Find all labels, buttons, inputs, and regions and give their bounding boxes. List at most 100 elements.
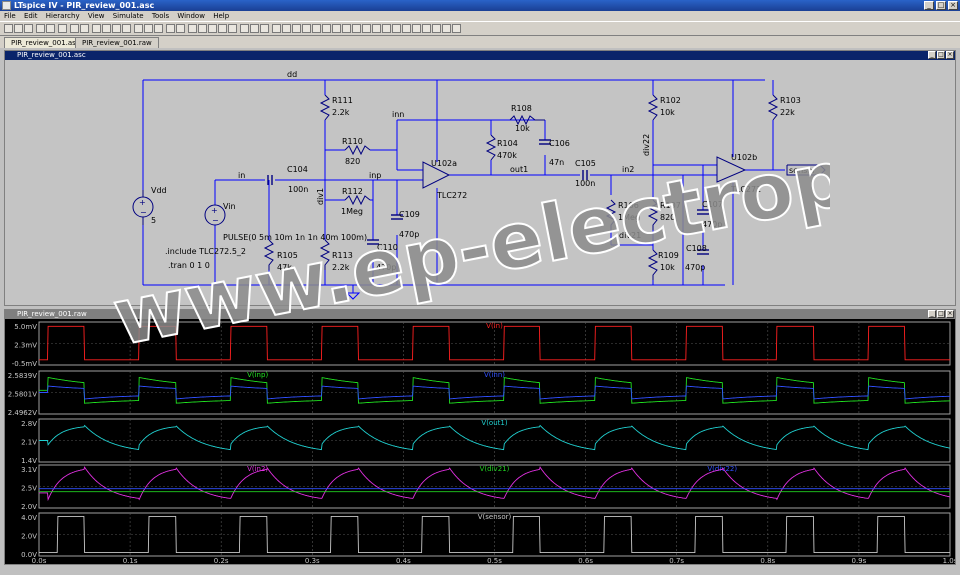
menu-bar: File Edit Hierarchy View Simulate Tools … xyxy=(0,11,960,21)
zoom-in-icon[interactable] xyxy=(70,24,79,33)
r111-name: R111 xyxy=(332,96,353,105)
capacitor-icon[interactable] xyxy=(292,24,301,33)
cut-icon[interactable] xyxy=(46,24,55,33)
zoom-back-icon[interactable] xyxy=(102,24,111,33)
waveform-plot[interactable]: 5.0mV 2.3mV -0.5mV V(in) 2.5839V 2.5801V 2.496… xyxy=(5,319,955,565)
find-icon[interactable] xyxy=(362,24,371,33)
tile-icon[interactable] xyxy=(144,24,153,33)
c110-value: 470p xyxy=(376,263,396,272)
title-bar: LTspice IV - PIR_review_001.asc _ □ × xyxy=(0,0,960,11)
halt2-icon[interactable] xyxy=(382,24,391,33)
rotate-icon[interactable] xyxy=(332,24,341,33)
menu-file[interactable]: File xyxy=(4,12,16,20)
minimize-icon[interactable]: _ xyxy=(924,1,934,10)
menu-hierarchy[interactable]: Hierarchy xyxy=(46,12,80,20)
wire-icon[interactable] xyxy=(250,24,259,33)
autoscale-icon[interactable] xyxy=(112,24,121,33)
select-icon[interactable] xyxy=(412,24,421,33)
pane-close-icon[interactable]: × xyxy=(946,51,954,59)
label-icon[interactable] xyxy=(272,24,281,33)
r103-value: 22k xyxy=(780,108,795,117)
c107-value: 470p xyxy=(702,220,722,229)
net-out1: out1 xyxy=(510,165,528,174)
pane-minimize-icon[interactable]: _ xyxy=(928,51,936,59)
cascade-icon[interactable] xyxy=(154,24,163,33)
duplicate-icon[interactable] xyxy=(176,24,185,33)
probe-icon[interactable] xyxy=(372,24,381,33)
inductor-icon[interactable] xyxy=(302,24,311,33)
grid-icon[interactable] xyxy=(392,24,401,33)
r113-name: R113 xyxy=(332,251,353,260)
menu-edit[interactable]: Edit xyxy=(24,12,38,20)
mirror-icon[interactable] xyxy=(342,24,351,33)
y-tick-label: 2.8V xyxy=(21,420,37,428)
netlist-icon[interactable] xyxy=(442,24,451,33)
y-tick-label: 2.0V xyxy=(21,533,37,541)
close-icon[interactable]: × xyxy=(948,1,958,10)
trace-label: V(in) xyxy=(486,322,503,330)
wave-minimize-icon[interactable]: _ xyxy=(928,310,936,318)
c105-name: C105 xyxy=(575,159,596,168)
drag-icon[interactable] xyxy=(198,24,207,33)
y-tick-label: 2.5801V xyxy=(8,391,37,399)
halt-icon[interactable] xyxy=(134,24,143,33)
tab-waveform[interactable]: PIR_review_001.raw xyxy=(75,37,159,48)
spice-directive-icon[interactable] xyxy=(240,24,249,33)
c106-name: C106 xyxy=(549,139,570,148)
diode-icon[interactable] xyxy=(312,24,321,33)
undo-icon[interactable] xyxy=(208,24,217,33)
trace-label: V(out1) xyxy=(481,419,507,427)
zoom-out-icon[interactable] xyxy=(80,24,89,33)
wave-close-icon[interactable]: × xyxy=(946,310,954,318)
pan-icon[interactable] xyxy=(402,24,411,33)
copy-icon[interactable] xyxy=(58,24,67,33)
component-icon[interactable] xyxy=(322,24,331,33)
c107-name: C107 xyxy=(702,200,723,209)
run-icon[interactable] xyxy=(122,24,131,33)
ground-icon[interactable] xyxy=(260,24,269,33)
r112-value: 1Meg xyxy=(341,207,363,216)
menu-simulate[interactable]: Simulate xyxy=(113,12,144,20)
menu-view[interactable]: View xyxy=(88,12,105,20)
help-icon[interactable] xyxy=(452,24,461,33)
x-tick-label: 0.6s xyxy=(578,557,593,565)
voltage-sources: + − + − xyxy=(132,190,226,226)
r104-name: R104 xyxy=(497,139,518,148)
r105-name: R105 xyxy=(277,251,298,260)
x-tick-label: 0.0s xyxy=(32,557,47,565)
zoom-fit-icon[interactable] xyxy=(92,24,101,33)
pane-restore-icon[interactable]: □ xyxy=(937,51,945,59)
delete-icon[interactable] xyxy=(166,24,175,33)
maximize-icon[interactable]: □ xyxy=(936,1,946,10)
vin-value: PULSE(0 5m 10m 1n 1n 40m 100m) xyxy=(223,233,367,242)
resistor-icon[interactable] xyxy=(282,24,291,33)
trace-label: V(sensor) xyxy=(478,513,512,521)
u102b-name: U102b xyxy=(731,153,757,162)
vdd-value: 5 xyxy=(151,216,156,225)
menu-tools[interactable]: Tools xyxy=(152,12,169,20)
c104-name: C104 xyxy=(287,165,308,174)
r110-value: 820 xyxy=(345,157,360,166)
open-icon[interactable] xyxy=(14,24,23,33)
menu-window[interactable]: Window xyxy=(177,12,205,20)
draw-icon[interactable] xyxy=(352,24,361,33)
r108-value: 10k xyxy=(515,124,530,133)
new-icon[interactable] xyxy=(4,24,13,33)
net-in2: in2 xyxy=(622,165,634,174)
wave-restore-icon[interactable]: □ xyxy=(937,310,945,318)
menu-help[interactable]: Help xyxy=(213,12,229,20)
net-dd: dd xyxy=(287,70,297,79)
x-tick-label: 0.8s xyxy=(760,557,775,565)
text-icon[interactable] xyxy=(228,24,237,33)
paste-icon[interactable] xyxy=(422,24,431,33)
redo-icon[interactable] xyxy=(218,24,227,33)
measure-icon[interactable] xyxy=(432,24,441,33)
net-div1: div1 xyxy=(316,188,325,205)
schematic-canvas[interactable]: + − + − dd in inp inn out1 in2 div1 div2… xyxy=(5,60,955,306)
move-icon[interactable] xyxy=(188,24,197,33)
net-div22: div22 xyxy=(642,134,651,156)
x-tick-label: 0.7s xyxy=(669,557,684,565)
save-icon[interactable] xyxy=(24,24,33,33)
x-tick-label: 1.0s xyxy=(943,557,955,565)
print-icon[interactable] xyxy=(36,24,45,33)
